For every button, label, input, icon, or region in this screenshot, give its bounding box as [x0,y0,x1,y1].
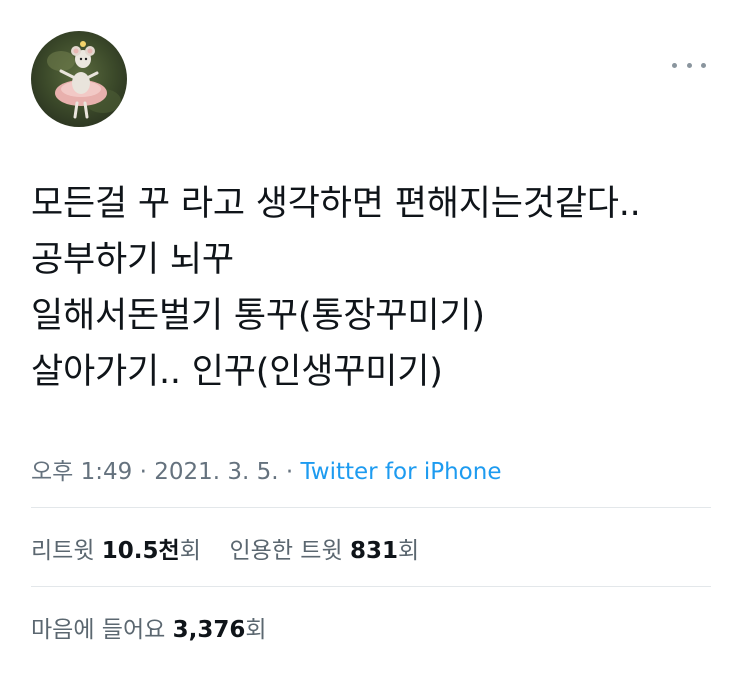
tweet-line: 살아가기.. 인꾸(인생꾸미기) [31,352,443,392]
quotes-count: 831 [349,538,398,564]
separator: · [132,459,155,485]
more-options-icon[interactable] [672,58,706,72]
tweet-line: 일해서돈벌기 통꾸(통장꾸미기) [31,296,485,336]
quotes-unit: 회 [397,538,420,564]
dot [672,62,677,68]
tweet-line: 모든걸 꾸 라고 생각하면 편해지는것같다.. [31,184,641,224]
divider [31,586,711,587]
divider [31,507,711,508]
retweets-stat[interactable]: 리트윗 10.5천회 [31,538,208,564]
dot [686,62,692,68]
tweet-metadata: 오후 1:49 · 2021. 3. 5. · Twitter for iPho… [31,452,502,486]
retweets-unit: 회 [179,538,201,564]
likes-unit: 회 [245,617,267,643]
profile-photo-ballerina-mouse-icon [31,31,127,127]
quote-tweets-stat[interactable]: 인용한 트윗 831회 [230,538,420,564]
likes-stats-row: 마음에 들어요 3,376회 [31,610,267,644]
quotes-label: 인용한 트윗 [229,538,343,564]
likes-count: 3,376 [172,617,246,643]
likes-label: 마음에 들어요 [31,617,166,643]
tweet-text: 모든걸 꾸 라고 생각하면 편해지는것같다.. 공부하기 뇌꾸 일해서돈벌기 통… [31,176,721,400]
tweet-line: 공부하기 뇌꾸 [31,240,234,280]
avatar[interactable] [31,31,127,127]
tweet-source-link[interactable]: Twitter for iPhone [301,459,502,485]
retweets-count: 10.5천 [101,538,180,564]
tweet-date[interactable]: 2021. 3. 5. [154,459,278,485]
tweet-time[interactable]: 오후 1:49 [31,459,132,485]
dot [701,62,706,68]
likes-stat[interactable]: 마음에 들어요 3,376회 [31,617,267,643]
separator: · [278,459,301,485]
retweets-label: 리트윗 [31,538,95,564]
retweet-stats-row: 리트윗 10.5천회 인용한 트윗 831회 [31,531,419,565]
